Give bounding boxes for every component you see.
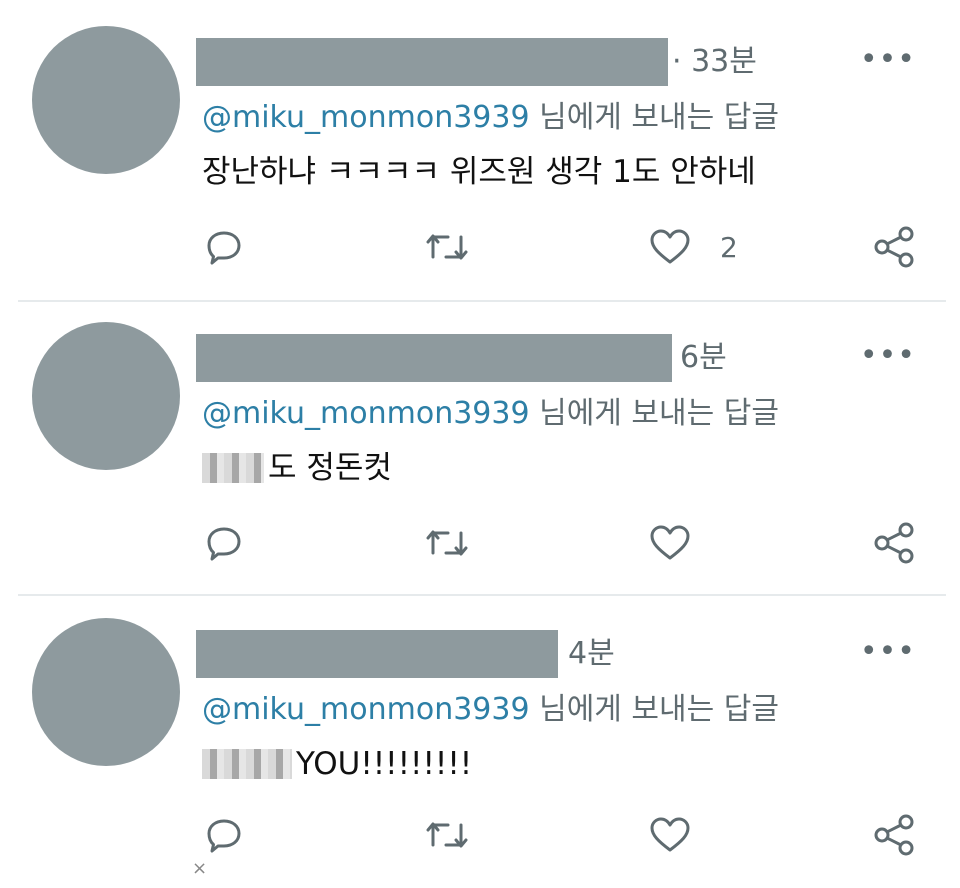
tweet-1[interactable]: · 33분 ••• @miku_monmon3939 님에게 보내는 답글 장난… xyxy=(0,0,960,296)
like-button[interactable] xyxy=(648,518,692,568)
reply-suffix: 님에게 보내는 답글 xyxy=(529,692,779,727)
avatar[interactable] xyxy=(32,26,180,174)
tweet-actions xyxy=(0,810,960,860)
like-count: 2 xyxy=(720,230,738,264)
tweet-text: 장난하냐 ㅋㅋㅋㅋ 위즈원 생각 1도 안하네 xyxy=(202,150,756,194)
retweet-button[interactable] xyxy=(424,518,470,568)
tweet-2[interactable]: 6분 ••• @miku_monmon3939 님에게 보내는 답글 도 정돈컷 xyxy=(0,296,960,592)
tweet-time: 6분 xyxy=(680,340,727,375)
tweet-actions: 2 xyxy=(0,222,960,272)
reply-handle-link[interactable]: @miku_monmon3939 xyxy=(202,692,530,727)
reply-suffix: 님에게 보내는 답글 xyxy=(529,100,779,135)
redacted-username xyxy=(196,334,672,382)
reply-button[interactable] xyxy=(204,222,244,272)
like-button[interactable]: 2 xyxy=(648,222,738,272)
more-icon[interactable]: ••• xyxy=(860,334,916,378)
tweet-3[interactable]: 4분 ••• @miku_monmon3939 님에게 보내는 답글 YOU!!… xyxy=(0,592,960,888)
share-icon xyxy=(874,226,914,268)
reply-icon xyxy=(207,231,241,265)
like-button[interactable] xyxy=(648,810,692,860)
reply-context: @miku_monmon3939 님에게 보내는 답글 xyxy=(202,96,779,140)
tweet-text: 도 정돈컷 xyxy=(202,446,392,490)
retweet-icon xyxy=(426,530,468,556)
tweet-text-content: 도 정돈컷 xyxy=(268,450,392,486)
share-button[interactable] xyxy=(872,222,916,272)
tweet-actions xyxy=(0,518,960,568)
like-icon xyxy=(650,525,690,560)
reply-button[interactable] xyxy=(204,810,244,860)
share-icon xyxy=(874,814,914,856)
retweet-icon xyxy=(426,234,468,260)
tweet-text-content: 장난하냐 ㅋㅋㅋㅋ 위즈원 생각 1도 안하네 xyxy=(202,154,756,190)
reply-context: @miku_monmon3939 님에게 보내는 답글 xyxy=(202,392,779,436)
tweet-text-content: YOU!!!!!!!!! xyxy=(296,746,473,782)
reply-suffix: 님에게 보내는 답글 xyxy=(529,396,779,431)
pixelated-redaction xyxy=(202,749,292,779)
more-icon[interactable]: ••• xyxy=(860,38,916,82)
share-button[interactable] xyxy=(872,810,916,860)
tweet-time: 4분 xyxy=(568,636,615,671)
avatar[interactable] xyxy=(32,322,180,470)
reply-context: @miku_monmon3939 님에게 보내는 답글 xyxy=(202,688,779,732)
like-icon xyxy=(650,229,690,264)
redacted-username xyxy=(196,630,558,678)
avatar[interactable] xyxy=(32,618,180,766)
share-icon xyxy=(874,522,914,564)
retweet-icon xyxy=(426,822,468,848)
tweet-text: YOU!!!!!!!!! xyxy=(202,742,472,786)
more-icon[interactable]: ••• xyxy=(860,630,916,674)
reply-handle-link[interactable]: @miku_monmon3939 xyxy=(202,396,530,431)
retweet-button[interactable] xyxy=(424,222,470,272)
reply-icon xyxy=(207,819,241,853)
share-button[interactable] xyxy=(872,518,916,568)
retweet-button[interactable] xyxy=(424,810,470,860)
tweet-time: · 33분 xyxy=(672,44,757,79)
like-icon xyxy=(650,817,690,852)
redacted-username xyxy=(196,38,668,86)
reply-button[interactable] xyxy=(204,518,244,568)
reply-handle-link[interactable]: @miku_monmon3939 xyxy=(202,100,530,135)
pixelated-redaction xyxy=(202,453,264,483)
close-icon[interactable]: × xyxy=(192,858,207,879)
reply-icon xyxy=(207,527,241,561)
